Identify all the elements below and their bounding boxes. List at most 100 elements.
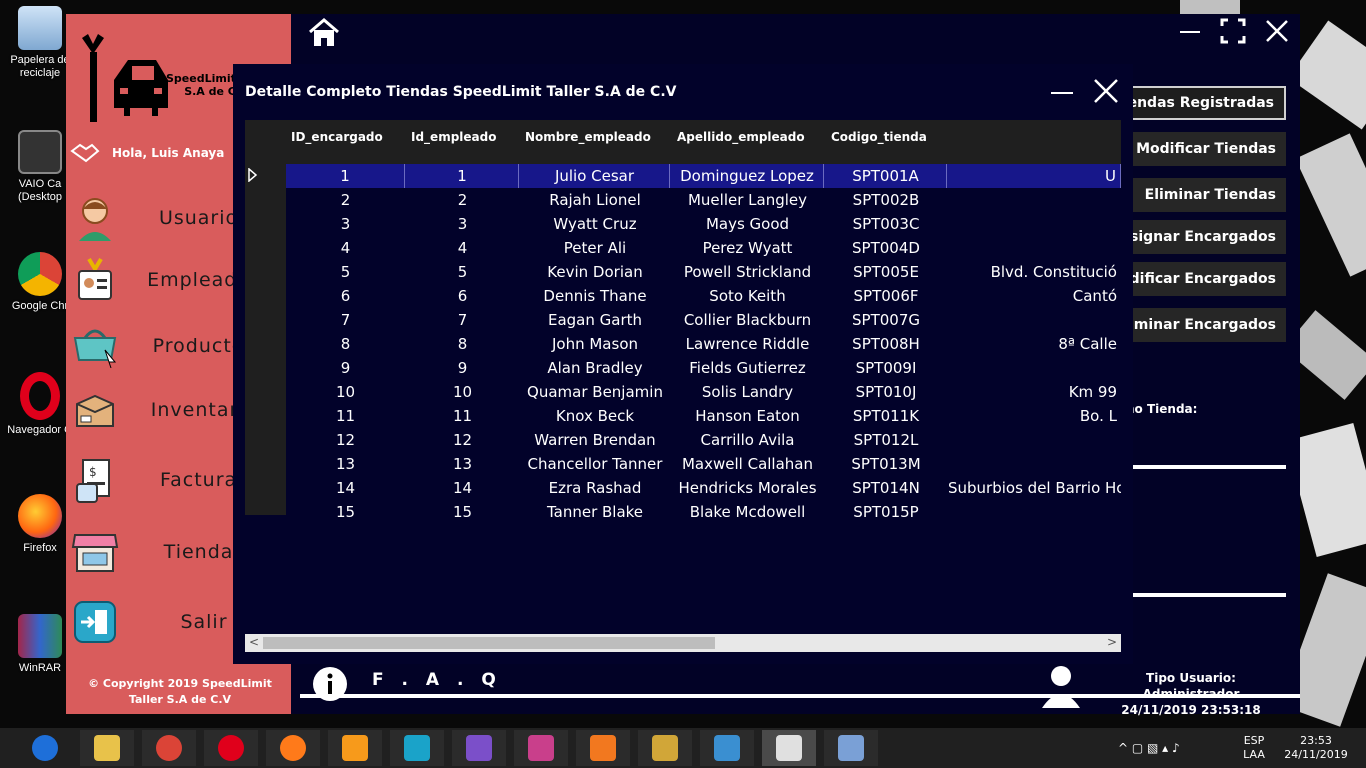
table-cell-id_emp[interactable]: 14 — [406, 476, 519, 500]
table-cell-id_enc[interactable]: 1 — [286, 164, 405, 188]
taskbar-button[interactable] — [514, 730, 568, 766]
taskbar-button[interactable] — [142, 730, 196, 766]
table-cell-id_enc[interactable]: 15 — [286, 500, 405, 524]
table-cell-apellido[interactable]: Lawrence Riddle — [671, 332, 824, 356]
table-cell-id_enc[interactable]: 5 — [286, 260, 405, 284]
column-header[interactable]: Codigo_tienda — [831, 130, 927, 144]
table-cell-codigo[interactable]: SPT004D — [825, 236, 947, 260]
table-cell-codigo[interactable]: SPT006F — [825, 284, 947, 308]
table-cell-nombre[interactable]: Ezra Rashad — [520, 476, 670, 500]
table-cell-id_emp[interactable]: 8 — [406, 332, 519, 356]
table-cell-nombre[interactable]: Peter Ali — [520, 236, 670, 260]
taskbar-button[interactable] — [266, 730, 320, 766]
taskbar-button[interactable] — [700, 730, 754, 766]
minimize-icon[interactable] — [1178, 20, 1202, 44]
taskbar-button[interactable] — [576, 730, 630, 766]
table-cell-apellido[interactable]: Mueller Langley — [671, 188, 824, 212]
column-header[interactable]: Apellido_empleado — [677, 130, 805, 144]
table-cell-id_emp[interactable]: 3 — [406, 212, 519, 236]
table-cell-id_emp[interactable]: 6 — [406, 284, 519, 308]
table-row[interactable]: 15 15 Tanner Blake Blake Mcdowell SPT015P — [286, 500, 1121, 524]
scroll-right-icon[interactable]: > — [1107, 635, 1117, 649]
table-cell-nombre[interactable]: Kevin Dorian — [520, 260, 670, 284]
table-cell-dir[interactable] — [948, 500, 1121, 524]
dialog-close-icon[interactable] — [1093, 78, 1119, 104]
taskbar-button[interactable] — [80, 730, 134, 766]
taskbar-button[interactable] — [452, 730, 506, 766]
table-cell-id_enc[interactable]: 10 — [286, 380, 405, 404]
table-row[interactable]: 2 2 Rajah Lionel Mueller Langley SPT002B — [286, 188, 1121, 212]
table-row[interactable]: 10 10 Quamar Benjamin Solis Landry SPT010J Km… — [286, 380, 1121, 404]
table-cell-apellido[interactable]: Hanson Eaton — [671, 404, 824, 428]
maximize-icon[interactable] — [1220, 18, 1246, 44]
clock[interactable]: 23:53 24/11/2019 — [1276, 734, 1356, 762]
table-cell-nombre[interactable]: Knox Beck — [520, 404, 670, 428]
dialog-minimize-icon[interactable] — [1049, 80, 1075, 106]
eliminar-tiendas-button[interactable]: Eliminar Tiendas — [1128, 178, 1286, 212]
taskbar-button[interactable] — [824, 730, 878, 766]
table-cell-nombre[interactable]: Quamar Benjamin — [520, 380, 670, 404]
table-cell-apellido[interactable]: Collier Blackburn — [671, 308, 824, 332]
table-cell-id_emp[interactable]: 7 — [406, 308, 519, 332]
table-cell-id_emp[interactable]: 11 — [406, 404, 519, 428]
table-cell-dir[interactable] — [948, 308, 1121, 332]
table-cell-codigo[interactable]: SPT008H — [825, 332, 947, 356]
table-cell-apellido[interactable]: Carrillo Avila — [671, 428, 824, 452]
table-cell-codigo[interactable]: SPT002B — [825, 188, 947, 212]
table-cell-id_emp[interactable]: 10 — [406, 380, 519, 404]
taskbar-button[interactable] — [204, 730, 258, 766]
table-row[interactable]: 3 3 Wyatt Cruz Mays Good SPT003C — [286, 212, 1121, 236]
table-cell-dir[interactable] — [948, 428, 1121, 452]
column-header[interactable]: ID_encargado — [291, 130, 383, 144]
horizontal-scrollbar[interactable]: < > — [245, 634, 1121, 652]
table-cell-dir[interactable] — [948, 452, 1121, 476]
modificar-tiendas-button[interactable]: Modificar Tiendas — [1128, 132, 1286, 166]
table-cell-apellido[interactable]: Fields Gutierrez — [671, 356, 824, 380]
faq-link[interactable]: F . A . Q — [372, 670, 502, 690]
asignar-encargados-button[interactable]: Asignar Encargados — [1128, 220, 1286, 254]
table-cell-apellido[interactable]: Soto Keith — [671, 284, 824, 308]
table-cell-id_enc[interactable]: 2 — [286, 188, 405, 212]
table-cell-id_enc[interactable]: 4 — [286, 236, 405, 260]
taskbar-button[interactable] — [390, 730, 444, 766]
table-row[interactable]: 13 13 Chancellor Tanner Maxwell Callahan SPT… — [286, 452, 1121, 476]
scroll-left-icon[interactable]: < — [249, 635, 259, 649]
table-cell-codigo[interactable]: SPT001A — [825, 164, 947, 188]
table-row[interactable]: 5 5 Kevin Dorian Powell Strickland SPT005E Bl… — [286, 260, 1121, 284]
table-cell-codigo[interactable]: SPT013M — [825, 452, 947, 476]
table-cell-id_enc[interactable]: 14 — [286, 476, 405, 500]
data-grid[interactable]: ID_encargado Id_empleado Nombre_empleado… — [245, 120, 1121, 652]
table-cell-id_enc[interactable]: 3 — [286, 212, 405, 236]
column-header[interactable]: Nombre_empleado — [525, 130, 651, 144]
table-cell-dir[interactable] — [948, 188, 1121, 212]
table-cell-id_enc[interactable]: 13 — [286, 452, 405, 476]
eliminar-encargados-button[interactable]: Eliminar Encargados — [1128, 308, 1286, 342]
table-cell-apellido[interactable]: Perez Wyatt — [671, 236, 824, 260]
table-cell-dir[interactable] — [948, 236, 1121, 260]
taskbar-button[interactable] — [328, 730, 382, 766]
table-row[interactable]: 9 9 Alan Bradley Fields Gutierrez SPT009I — [286, 356, 1121, 380]
table-cell-dir[interactable]: Blvd. Constitució — [948, 260, 1121, 284]
table-cell-id_emp[interactable]: 13 — [406, 452, 519, 476]
table-cell-id_enc[interactable]: 6 — [286, 284, 405, 308]
table-cell-apellido[interactable]: Powell Strickland — [671, 260, 824, 284]
table-cell-id_enc[interactable]: 8 — [286, 332, 405, 356]
table-cell-id_emp[interactable]: 9 — [406, 356, 519, 380]
table-cell-id_emp[interactable]: 12 — [406, 428, 519, 452]
table-row[interactable]: 4 4 Peter Ali Perez Wyatt SPT004D — [286, 236, 1121, 260]
table-cell-id_emp[interactable]: 1 — [406, 164, 519, 188]
table-row[interactable]: 7 7 Eagan Garth Collier Blackburn SPT007G — [286, 308, 1121, 332]
table-cell-apellido[interactable]: Maxwell Callahan — [671, 452, 824, 476]
table-row[interactable]: 11 11 Knox Beck Hanson Eaton SPT011K Bo. L — [286, 404, 1121, 428]
table-cell-dir[interactable]: Cantó — [948, 284, 1121, 308]
taskbar-button[interactable] — [18, 730, 72, 766]
table-cell-apellido[interactable]: Hendricks Morales — [671, 476, 824, 500]
table-cell-apellido[interactable]: Dominguez Lopez — [671, 164, 824, 188]
table-cell-apellido[interactable]: Blake Mcdowell — [671, 500, 824, 524]
table-row[interactable]: 8 8 John Mason Lawrence Riddle SPT008H 8ª Cal… — [286, 332, 1121, 356]
table-row[interactable]: 14 14 Ezra Rashad Hendricks Morales SPT014N S… — [286, 476, 1121, 500]
table-cell-id_enc[interactable]: 11 — [286, 404, 405, 428]
table-cell-nombre[interactable]: Tanner Blake — [520, 500, 670, 524]
table-cell-id_emp[interactable]: 5 — [406, 260, 519, 284]
table-cell-codigo[interactable]: SPT003C — [825, 212, 947, 236]
